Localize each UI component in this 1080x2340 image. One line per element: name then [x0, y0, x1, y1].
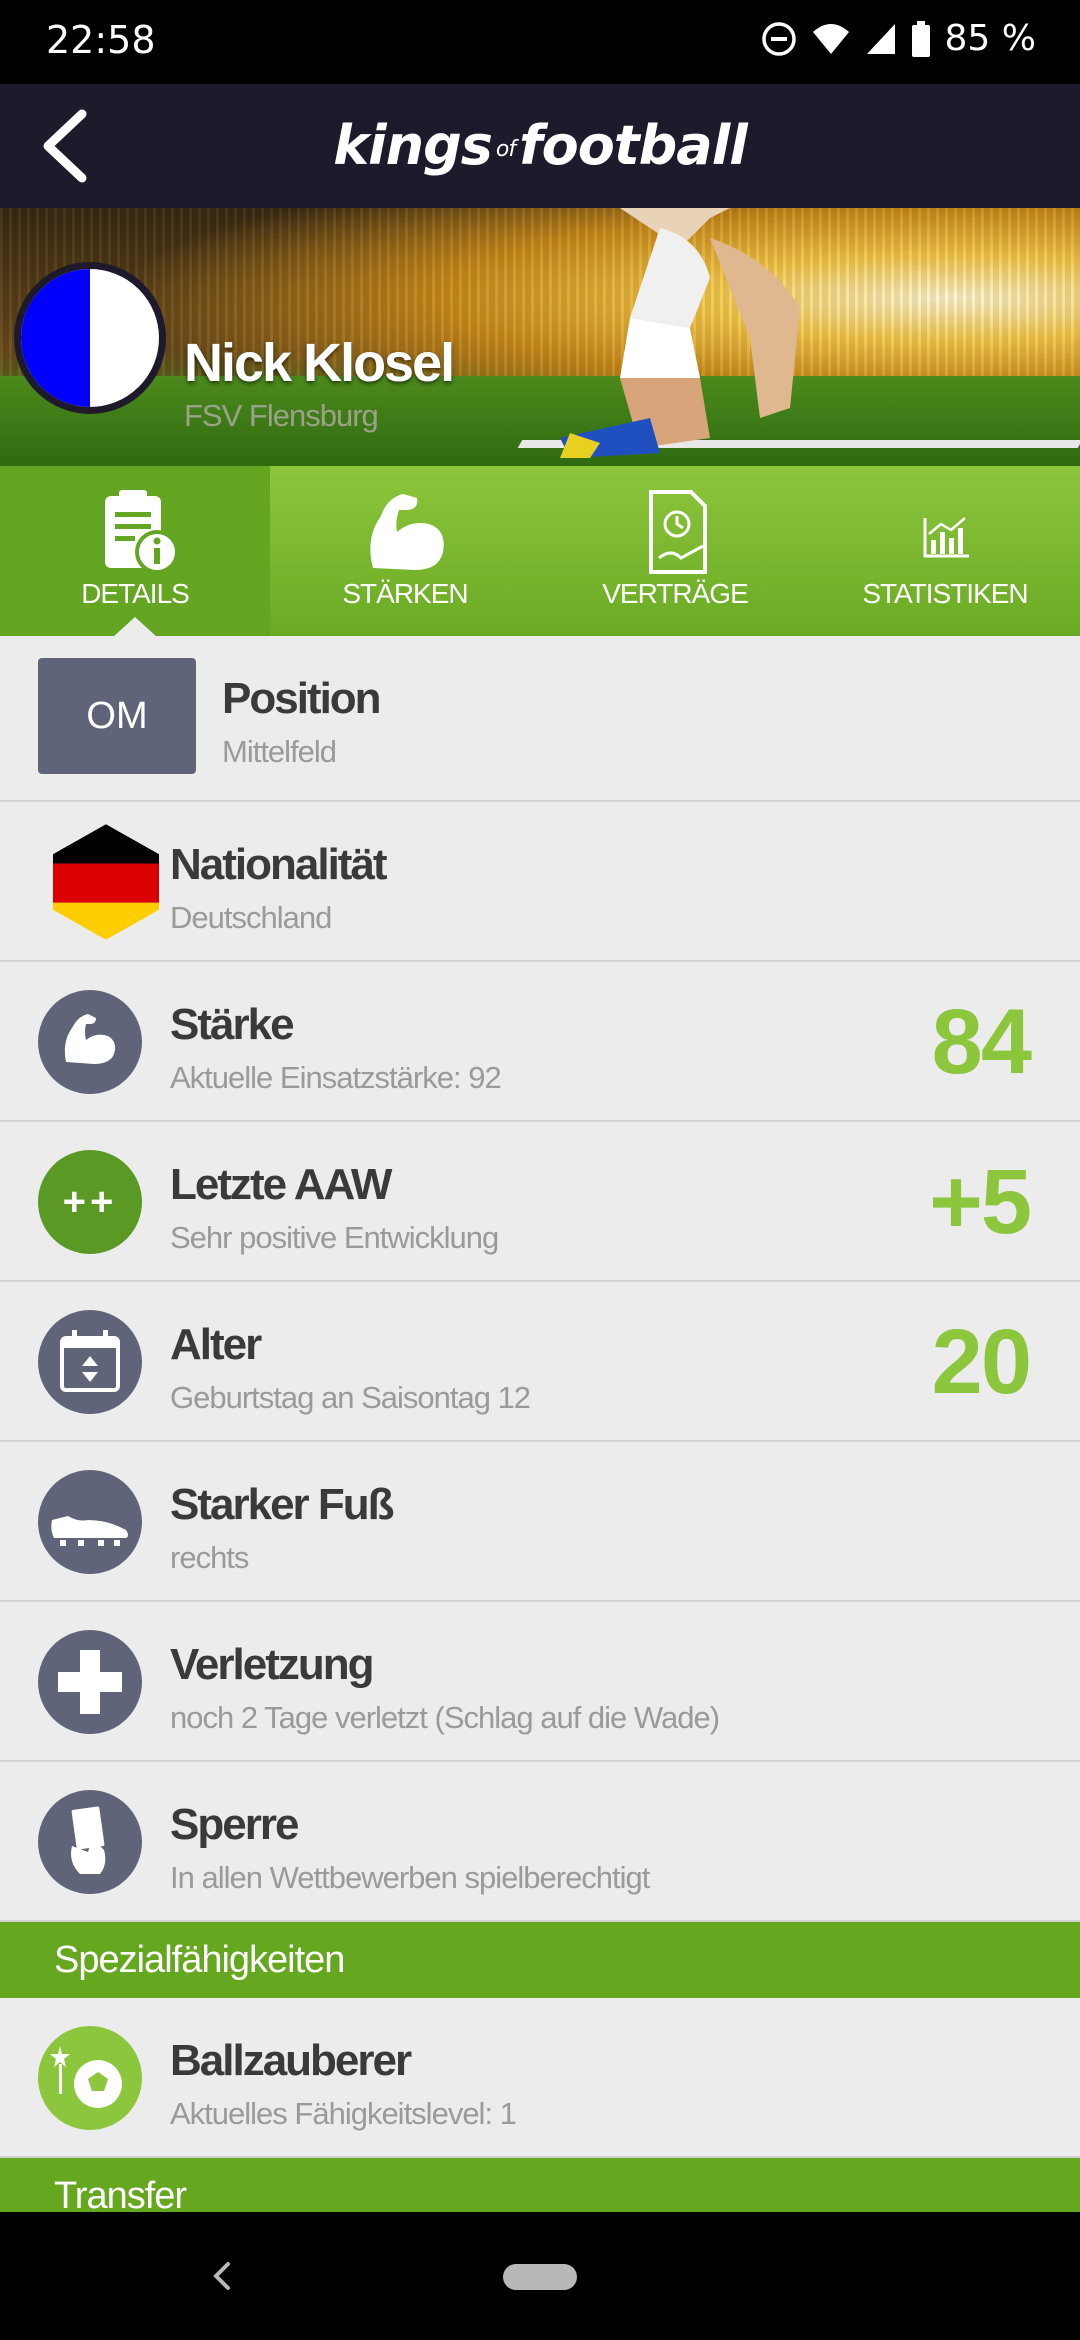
foot-title: Starker Fuß: [170, 1480, 395, 1529]
ball-magic-icon: [38, 2026, 142, 2130]
tab-staerken-label: STÄRKEN: [342, 578, 468, 609]
row-age: Alter Geburtstag an Saisontag 12 20: [0, 1282, 1080, 1442]
section-special-abilities: Spezialfähigkeiten: [0, 1922, 1080, 1998]
nationality-title: Nationalität: [170, 840, 388, 889]
logo-kings: kings: [333, 114, 493, 177]
position-title: Position: [222, 674, 382, 723]
battery-percent: 85 %: [944, 18, 1036, 59]
signal-icon: [866, 23, 895, 54]
document-info-icon: [105, 490, 179, 574]
tab-statistiken-label: STATISTIKEN: [862, 578, 1028, 609]
row-nationality: Nationalität Deutschland: [0, 802, 1080, 962]
football-boot-icon: [38, 1470, 142, 1574]
strength-title: Stärke: [170, 1000, 295, 1049]
calendar-icon: [38, 1310, 142, 1414]
special-ability-title: Ballzauberer: [170, 2036, 412, 2085]
position-value: Mittelfeld: [222, 734, 337, 769]
nationality-value: Deutschland: [170, 900, 332, 935]
player-name: Nick Klosel: [184, 333, 455, 393]
do-not-disturb-icon: [761, 21, 796, 56]
logo-football: football: [519, 114, 748, 177]
wifi-icon: [812, 23, 849, 54]
nav-back-icon[interactable]: [208, 2256, 238, 2296]
pitch: [0, 376, 1080, 466]
aaw-value: +5: [929, 1151, 1032, 1253]
tab-vertraege-label: VERTRÄGE: [602, 578, 749, 609]
active-tab-indicator: [113, 617, 157, 637]
age-value: 20: [931, 1311, 1032, 1413]
system-nav-bar: [0, 2212, 1080, 2340]
logo-of: of: [495, 136, 516, 162]
tab-details[interactable]: DETAILS: [0, 466, 270, 637]
tab-staerken[interactable]: STÄRKEN: [270, 466, 540, 636]
status-icons: 85 %: [761, 18, 1036, 59]
strength-sub: Aktuelle Einsatzstärke: 92: [170, 1060, 502, 1095]
tab-bar: DETAILS STÄRKEN VERTRÄGE STATISTIKEN: [0, 466, 1080, 637]
app-logo: kings offootball: [0, 114, 1080, 177]
referee-card-icon: [38, 1790, 142, 1894]
strength-icon: [38, 990, 142, 1094]
nav-home-pill[interactable]: [503, 2264, 577, 2290]
aaw-sub: Sehr positive Entwicklung: [170, 1220, 499, 1255]
age-sub: Geburtstag an Saisontag 12: [170, 1380, 531, 1415]
row-ban: Sperre In allen Wettbewerben spielberech…: [0, 1762, 1080, 1922]
special-ability-sub: Aktuelles Fähigkeitslevel: 1: [170, 2096, 517, 2131]
row-injury: Verletzung noch 2 Tage verletzt (Schlag …: [0, 1602, 1080, 1762]
tab-details-label: DETAILS: [81, 578, 190, 609]
tab-vertraege[interactable]: VERTRÄGE: [540, 466, 810, 636]
club-crest-avatar: [14, 262, 166, 414]
injury-sub: noch 2 Tage verletzt (Schlag auf die Wad…: [170, 1700, 720, 1735]
position-badge: OM: [38, 658, 196, 774]
section-transfer: Transfer: [0, 2158, 1080, 2212]
ban-title: Sperre: [170, 1800, 299, 1849]
row-strong-foot: Starker Fuß rechts: [0, 1442, 1080, 1602]
germany-flag-icon: [52, 824, 160, 940]
foot-sub: rechts: [170, 1540, 249, 1575]
app-bar: kings offootball: [0, 84, 1080, 208]
bar-chart-icon: [923, 517, 969, 558]
contract-icon: [649, 490, 707, 574]
player-club: FSV Flensburg: [184, 398, 379, 433]
injury-title: Verletzung: [170, 1640, 374, 1689]
ban-sub: In allen Wettbewerben spielberechtigt: [170, 1860, 650, 1895]
battery-icon: [911, 20, 930, 57]
tab-statistiken[interactable]: STATISTIKEN: [810, 466, 1080, 636]
row-position: OM Position Mittelfeld: [0, 636, 1080, 802]
row-strength: Stärke Aktuelle Einsatzstärke: 92 84: [0, 962, 1080, 1122]
medical-cross-icon: [38, 1630, 142, 1734]
row-last-aaw: ++ Letzte AAW Sehr positive Entwicklung …: [0, 1122, 1080, 1282]
aaw-badge-icon: ++: [38, 1150, 142, 1254]
status-bar: 22:58 85 %: [0, 0, 1080, 84]
crest-blue-half: [21, 269, 90, 407]
strength-value: 84: [931, 991, 1032, 1093]
age-title: Alter: [170, 1320, 262, 1369]
flexed-arm-icon: [370, 494, 444, 570]
celebrating-player-image: [560, 208, 800, 458]
row-special-ability: Ballzauberer Aktuelles Fähigkeitslevel: …: [0, 1998, 1080, 2158]
aaw-title: Letzte AAW: [170, 1160, 392, 1209]
status-time: 22:58: [46, 18, 156, 62]
